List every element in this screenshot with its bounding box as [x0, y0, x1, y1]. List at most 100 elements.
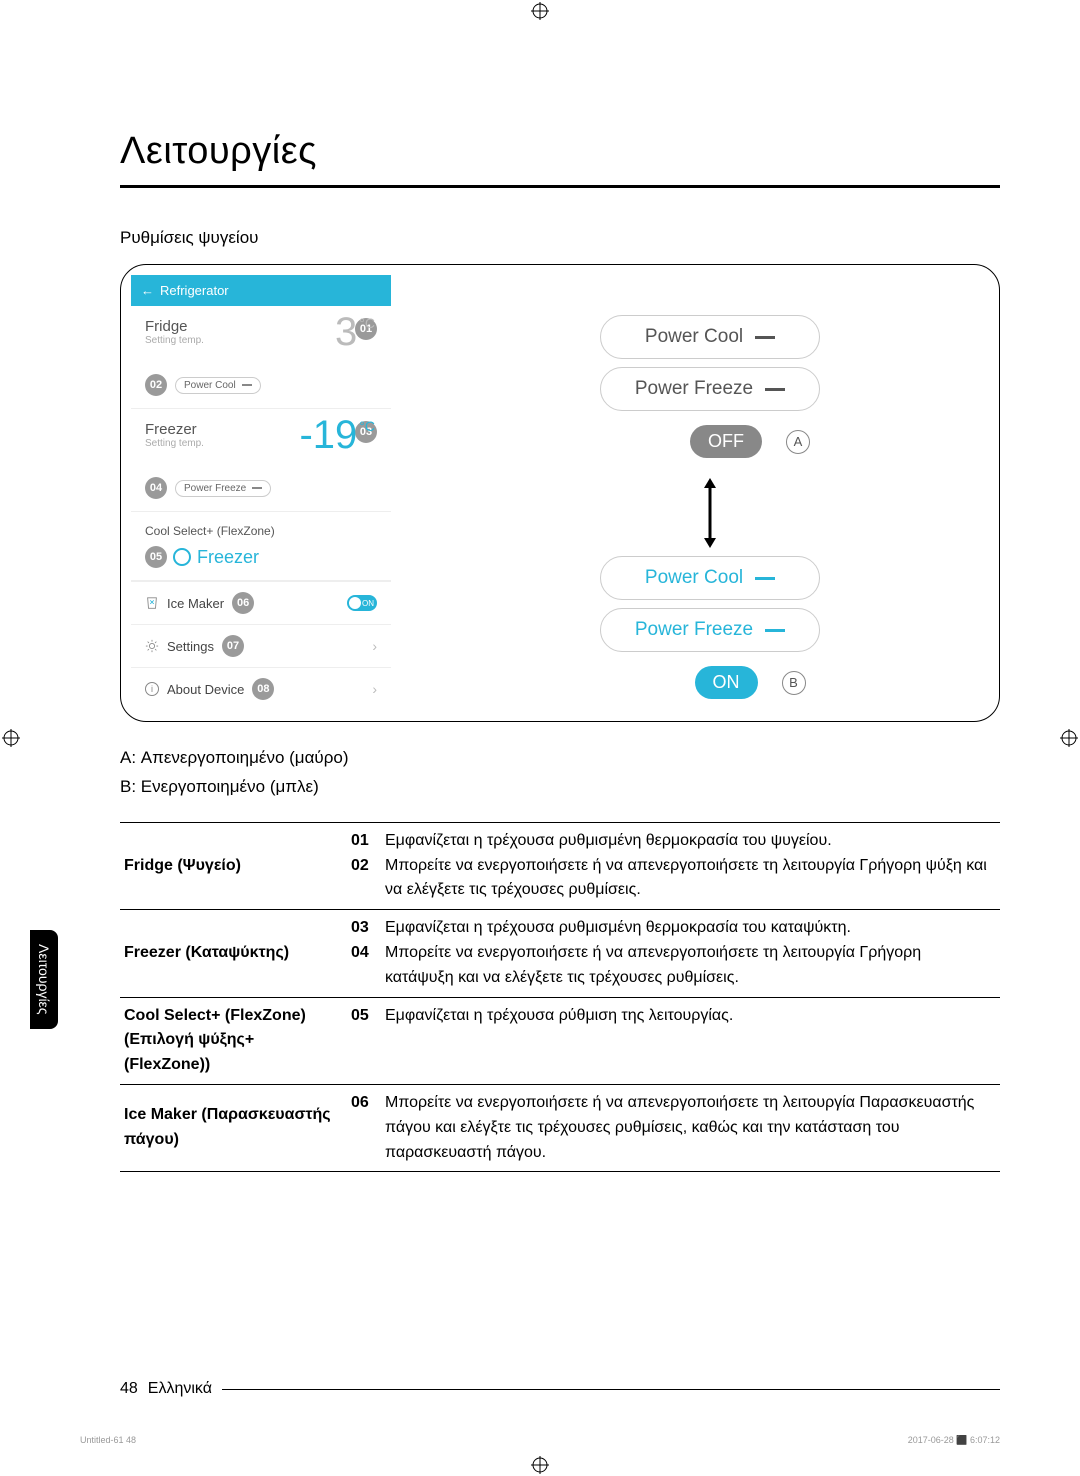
power-cool-text: Power Cool	[645, 326, 743, 348]
bubble-04: 04	[145, 477, 167, 499]
bubble-07: 07	[222, 635, 244, 657]
about-row: i About Device 08 ›	[131, 667, 391, 710]
power-cool-text-on: Power Cool	[645, 567, 743, 589]
footer-lang: Ελληνικά	[148, 1380, 212, 1398]
flexzone-panel: Cool Select+ (FlexZone) 05 Freezer	[131, 512, 391, 581]
power-freeze-pill: Power Freeze	[175, 480, 271, 497]
power-cool-pill: Power Cool	[175, 377, 261, 394]
state-diagram: Power Cool Power Freeze OFF A Power Cool	[481, 275, 939, 711]
item-text: Εμφανίζεται η τρέχουσα ρύθμιση της λειτο…	[385, 1004, 733, 1029]
off-state-row: OFF A	[690, 425, 810, 458]
table-row-body: 03 Εμφανίζεται η τρέχουσα ρυθμισμένη θερμ…	[345, 910, 1000, 997]
power-freeze-on-pill: Power Freeze	[600, 608, 820, 652]
settings-row: Settings 07 ›	[131, 624, 391, 667]
power-freeze-pill-label: Power Freeze	[184, 483, 246, 494]
flexzone-mode: Freezer	[197, 547, 259, 568]
freezer-panel: Freezer Setting temp. 03 -19 °C 04 Power…	[131, 409, 391, 512]
table-row-head: Fridge (Ψυγείο)	[120, 822, 345, 909]
page-number: 48	[120, 1380, 138, 1398]
fridge-sublabel: Setting temp.	[145, 335, 349, 346]
page-title: Λειτουργίες	[120, 130, 1000, 173]
off-pill: OFF	[690, 425, 762, 458]
icemaker-row: Ice Maker 06 ON	[131, 581, 391, 624]
item-number: 04	[351, 941, 377, 991]
description-table: Fridge (Ψυγείο)01 Εμφανίζεται η τρέχουσα …	[120, 822, 1000, 1173]
phone-mock: ← Refrigerator Fridge Setting temp. 01 3…	[131, 275, 391, 710]
power-cool-pill-label: Power Cool	[184, 380, 236, 391]
print-meta: Untitled-61 48 2017-06-28 ⬛ 6:07:12	[80, 1435, 1000, 1446]
fridge-temp: 3 °C	[335, 312, 375, 352]
power-freeze-text-on: Power Freeze	[635, 619, 753, 641]
bubble-05: 05	[145, 546, 167, 568]
chevron-right-icon: ›	[372, 681, 377, 697]
phone-header-title: Refrigerator	[160, 283, 229, 298]
power-cool-on-pill: Power Cool	[600, 556, 820, 600]
table-row-head: Ice Maker (Παρασκευαστής πάγου)	[120, 1084, 345, 1171]
freezer-temp-value: -19	[299, 415, 357, 455]
letter-b: B	[782, 671, 806, 695]
item-text: Μπορείτε να ενεργοποιήσετε ή να απενεργο…	[385, 854, 994, 904]
dash-icon	[242, 384, 252, 386]
phone-header: ← Refrigerator	[131, 275, 391, 306]
table-row-body: 06Μπορείτε να ενεργοποιήσετε ή να απενερ…	[345, 1084, 1000, 1171]
item-text: Μπορείτε να ενεργοποιήσετε ή να απενεργο…	[385, 1091, 994, 1165]
item-number: 06	[351, 1091, 377, 1165]
power-cool-off-pill: Power Cool	[600, 315, 820, 359]
page-footer: 48 Ελληνικά	[120, 1380, 1000, 1398]
bubble-02: 02	[145, 374, 167, 396]
dash-icon	[755, 336, 775, 339]
info-icon: i	[145, 682, 159, 696]
about-label: About Device	[167, 682, 244, 697]
power-freeze-text: Power Freeze	[635, 378, 753, 400]
item-number: 02	[351, 854, 377, 904]
on-pill: ON	[695, 666, 758, 699]
footer-rule	[222, 1389, 1000, 1390]
fridge-temp-value: 3	[335, 312, 357, 352]
table-row-head: Freezer (Καταψύκτης)	[120, 910, 345, 997]
print-meta-right: 2017-06-28 ⬛ 6:07:12	[908, 1435, 1000, 1446]
item-number: 01	[351, 829, 377, 854]
legend: A: Απενεργοποιημένο (μαύρο) B: Ενεργοποι…	[120, 744, 1000, 802]
title-rule	[120, 185, 1000, 188]
chevron-right-icon: ›	[372, 638, 377, 654]
illustration-frame: ← Refrigerator Fridge Setting temp. 01 3…	[120, 264, 1000, 722]
dash-icon	[252, 487, 262, 489]
crop-mark-bottom	[531, 1456, 549, 1474]
cup-icon	[145, 596, 159, 610]
table-row-head: Cool Select+ (FlexZone) (Επιλογή ψύξης+ …	[120, 997, 345, 1084]
table-desc-item: 03 Εμφανίζεται η τρέχουσα ρυθμισμένη θερμ…	[351, 916, 994, 941]
legend-b: B: Ενεργοποιημένο (μπλε)	[120, 773, 1000, 802]
bubble-06: 06	[232, 592, 254, 614]
freezer-temp: -19 °C	[299, 415, 375, 455]
icemaker-switch: ON	[347, 595, 377, 611]
item-number: 03	[351, 916, 377, 941]
item-text: Μπορείτε να ενεργοποιήσετε ή να απενεργο…	[385, 941, 994, 991]
table-desc-item: 01 Εμφανίζεται η τρέχουσα ρυθμισμένη θερμ…	[351, 829, 994, 854]
dash-icon	[765, 388, 785, 391]
flexzone-label: Cool Select+ (FlexZone)	[145, 524, 377, 538]
dash-icon	[755, 577, 775, 580]
power-freeze-off-pill: Power Freeze	[600, 367, 820, 411]
table-desc-item: 05 Εμφανίζεται η τρέχουσα ρύθμιση της λει…	[351, 1004, 994, 1029]
table-row-body: 01 Εμφανίζεται η τρέχουσα ρυθμισμένη θερμ…	[345, 822, 1000, 909]
letter-a: A	[786, 430, 810, 454]
item-text: Εμφανίζεται η τρέχουσα ρυθμισμένη θερμοκ…	[385, 916, 851, 941]
snowflake-icon	[173, 548, 191, 566]
item-number: 05	[351, 1004, 377, 1029]
print-meta-left: Untitled-61 48	[80, 1435, 136, 1446]
legend-a: A: Απενεργοποιημένο (μαύρο)	[120, 744, 1000, 773]
table-desc-item: 04Μπορείτε να ενεργοποιήσετε ή να απενερ…	[351, 941, 994, 991]
gear-icon	[145, 639, 159, 653]
double-arrow-icon	[704, 478, 716, 548]
fridge-label: Fridge	[145, 318, 349, 335]
table-row-body: 05 Εμφανίζεται η τρέχουσα ρύθμιση της λει…	[345, 997, 1000, 1084]
section-subtitle: Ρυθμίσεις ψυγείου	[120, 228, 1000, 248]
fridge-temp-unit: °C	[359, 316, 375, 330]
settings-label: Settings	[167, 639, 214, 654]
bubble-08: 08	[252, 678, 274, 700]
item-text: Εμφανίζεται η τρέχουσα ρυθμισμένη θερμοκ…	[385, 829, 832, 854]
freezer-temp-unit: °C	[359, 419, 375, 433]
back-arrow-icon: ←	[141, 283, 154, 298]
table-desc-item: 02Μπορείτε να ενεργοποιήσετε ή να απενερ…	[351, 854, 994, 904]
table-desc-item: 06Μπορείτε να ενεργοποιήσετε ή να απενερ…	[351, 1091, 994, 1165]
